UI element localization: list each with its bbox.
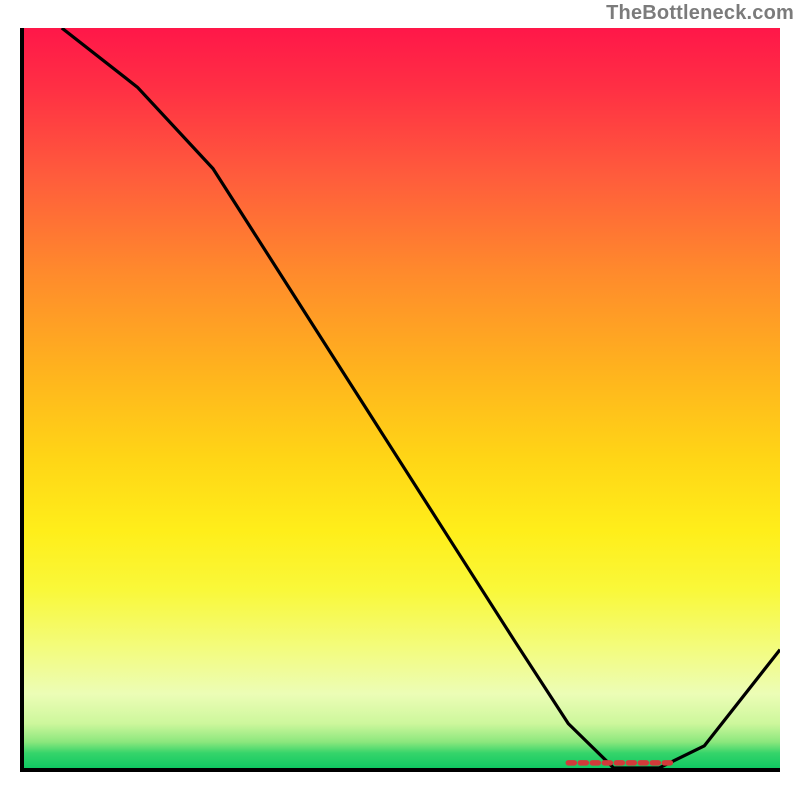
chart-svg [24,28,780,768]
bottleneck-curve [62,28,780,768]
chart-area [20,28,780,772]
app-root: TheBottleneck.com [0,0,800,800]
attribution-text: TheBottleneck.com [606,2,794,25]
